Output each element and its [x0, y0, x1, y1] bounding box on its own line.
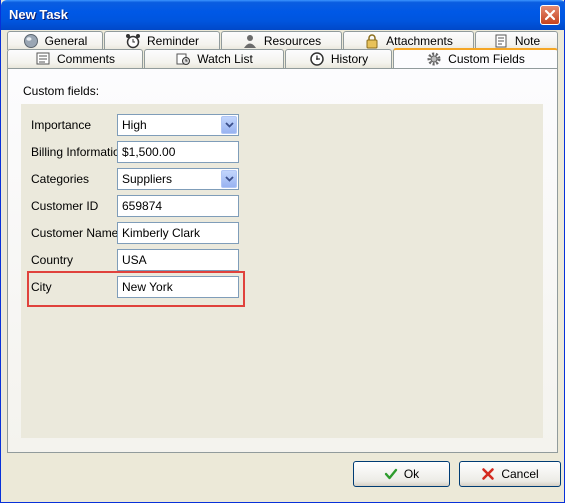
tab-label: Custom Fields — [448, 52, 525, 66]
ok-button[interactable]: Ok — [353, 461, 450, 487]
field-label-categories: Categories — [31, 172, 90, 186]
field-label-customer-name: Customer Name — [31, 226, 119, 240]
field-label-billing-information: Billing Information — [31, 145, 127, 159]
tab-label: Attachments — [386, 34, 453, 48]
tab-reminder[interactable]: Reminder — [104, 31, 220, 50]
tab-history[interactable]: History — [285, 49, 392, 68]
lock-icon — [364, 33, 380, 49]
country-field[interactable]: USA — [117, 249, 239, 271]
field-value: 659874 — [122, 199, 163, 213]
customer-name-field[interactable]: Kimberly Clark — [117, 222, 239, 244]
field-value: Kimberly Clark — [122, 226, 201, 240]
watch-list-icon — [175, 51, 191, 67]
globe-icon — [23, 33, 39, 49]
billing-information-field[interactable]: $1,500.00 — [117, 141, 239, 163]
note-icon — [493, 33, 509, 49]
tab-general[interactable]: General — [7, 31, 103, 50]
alarm-clock-icon — [125, 33, 141, 49]
tab-label: Comments — [56, 52, 115, 66]
cancel-label: Cancel — [501, 467, 539, 481]
field-value: High — [122, 118, 147, 132]
ok-label: Ok — [403, 467, 420, 481]
tab-label: Note — [514, 34, 541, 48]
tab-label: Reminder — [146, 34, 200, 48]
gear-icon — [426, 51, 442, 67]
field-value: $1,500.00 — [122, 145, 176, 159]
comments-icon — [35, 51, 51, 67]
tab-label: Resources — [263, 34, 322, 48]
custom-fields-heading: Custom fields: — [23, 84, 100, 98]
cancel-button[interactable]: Cancel — [459, 461, 561, 487]
window-title: New Task — [9, 7, 69, 22]
field-label-customer-id: Customer ID — [31, 199, 99, 213]
chevron-down-icon — [224, 176, 234, 182]
dropdown-button[interactable] — [221, 116, 237, 134]
tab-label: Watch List — [197, 52, 253, 66]
cancel-x-icon — [482, 468, 495, 480]
field-value: Suppliers — [122, 172, 173, 186]
tab-custom-fields[interactable]: Custom Fields — [393, 48, 558, 68]
history-icon — [309, 51, 325, 67]
close-icon — [544, 9, 556, 21]
field-value: USA — [122, 253, 147, 267]
tab-comments[interactable]: Comments — [7, 49, 143, 68]
field-label-importance: Importance — [31, 118, 92, 132]
field-label-country: Country — [31, 253, 74, 267]
checkmark-icon — [384, 468, 398, 480]
city-highlight-box — [27, 271, 245, 307]
categories-combo[interactable]: Suppliers — [117, 168, 239, 190]
new-task-dialog: New Task General Reminder Resources Atta… — [0, 0, 565, 503]
close-button[interactable] — [540, 5, 560, 25]
user-icon — [242, 33, 258, 49]
tab-watch-list[interactable]: Watch List — [144, 49, 284, 68]
chevron-down-icon — [224, 122, 234, 128]
dropdown-button[interactable] — [221, 170, 237, 188]
tab-label: History — [330, 52, 369, 66]
title-bar[interactable]: New Task — [1, 0, 565, 30]
tab-label: General — [44, 34, 88, 48]
importance-combo[interactable]: High — [117, 114, 239, 136]
customer-id-field[interactable]: 659874 — [117, 195, 239, 217]
tab-resources[interactable]: Resources — [221, 31, 342, 50]
